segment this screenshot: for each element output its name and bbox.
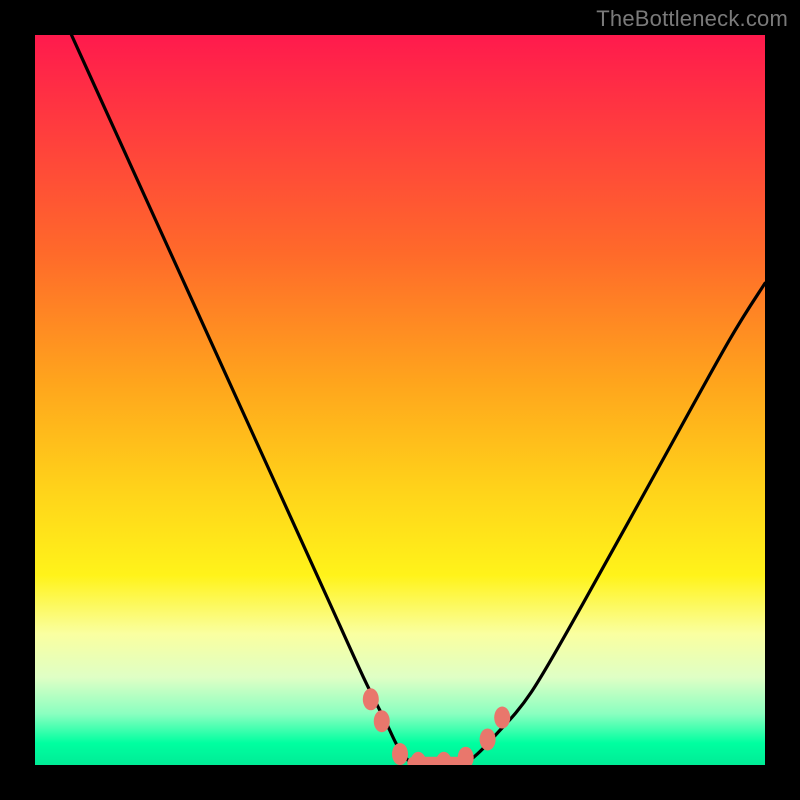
curve-marker: [494, 707, 510, 729]
curve-marker: [480, 728, 496, 750]
curve-marker: [410, 752, 426, 765]
chart-plot-area: [35, 35, 765, 765]
bottleneck-curve-path: [72, 35, 766, 765]
curve-marker: [374, 710, 390, 732]
chart-frame: TheBottleneck.com: [0, 0, 800, 800]
curve-markers: [363, 688, 510, 765]
curve-marker: [363, 688, 379, 710]
curve-marker: [458, 747, 474, 765]
watermark-text: TheBottleneck.com: [596, 6, 788, 32]
bottleneck-curve-svg: [35, 35, 765, 765]
curve-marker: [392, 743, 408, 765]
curve-marker: [436, 752, 452, 765]
